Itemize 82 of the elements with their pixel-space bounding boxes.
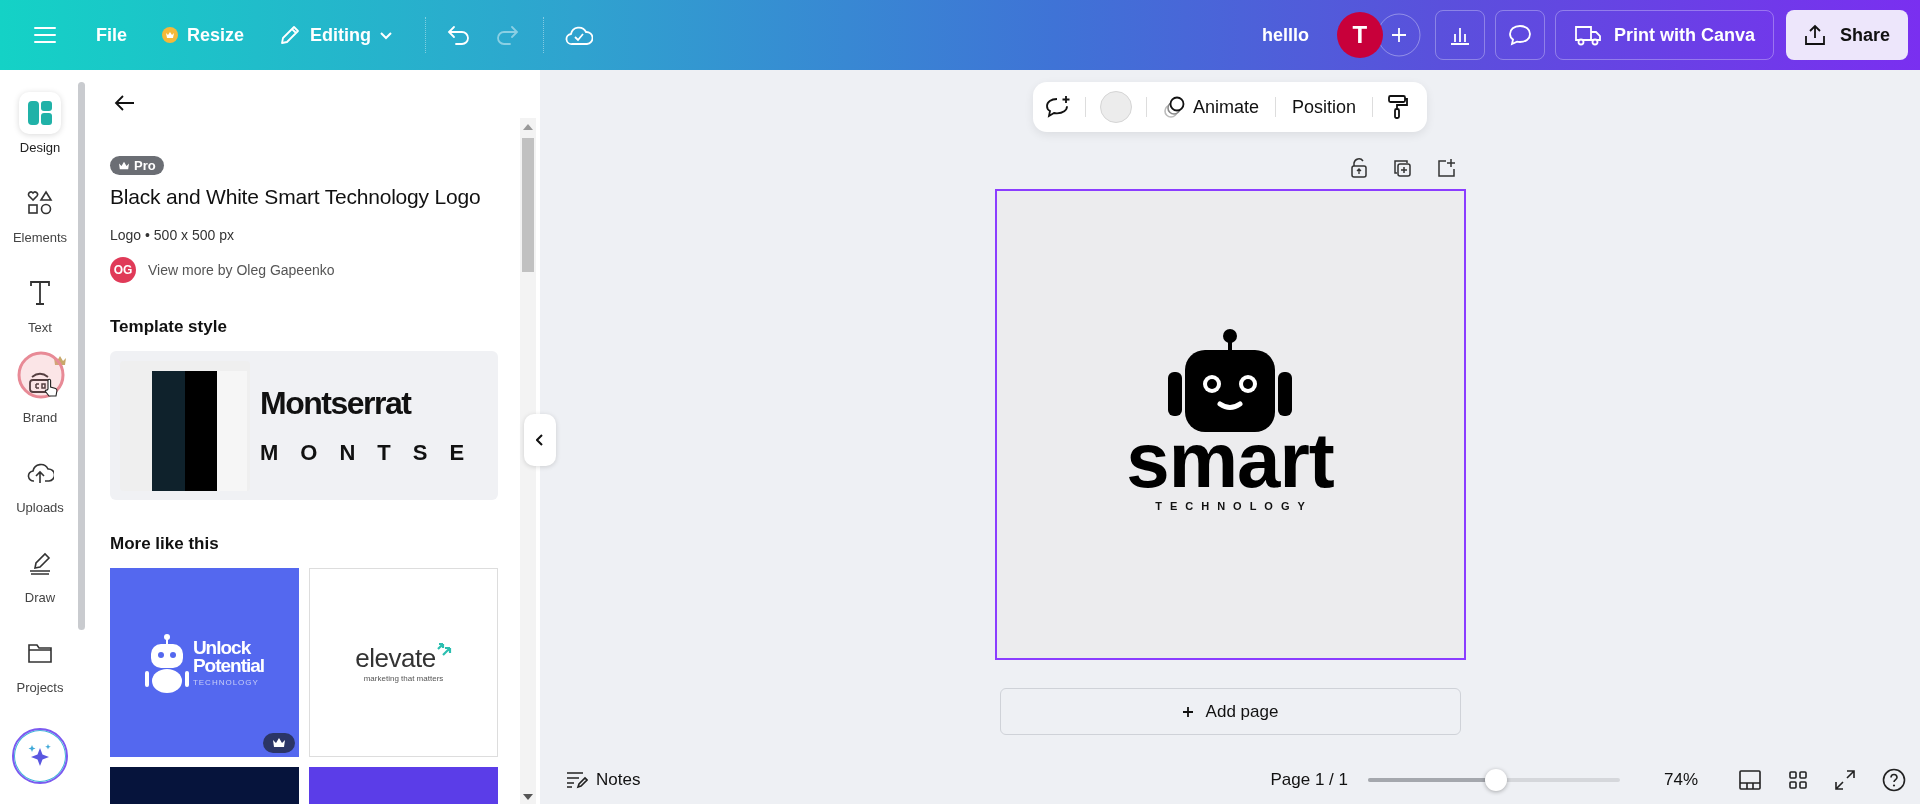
logo-text: Unlock [192,638,252,657]
sidebar-item[interactable]: Projects [0,624,80,714]
template-thumbnail[interactable]: elevate marketing that matters [309,568,498,757]
pro-badge: Pro [110,156,164,175]
zoom-slider[interactable] [1367,768,1620,792]
font-sample: MONTSE [260,440,487,466]
sidebar-item[interactable]: Brand [0,354,80,444]
scrollbar[interactable] [78,82,85,630]
template-style-card[interactable]: Montserrat MONTSE [110,351,498,500]
crown-icon [53,355,67,367]
help-icon[interactable] [1882,768,1906,792]
comment-add-icon[interactable] [1044,95,1071,119]
color-swatch[interactable] [1099,91,1132,123]
back-arrow-icon[interactable] [114,94,136,112]
comment-button[interactable] [1494,10,1545,60]
share-button[interactable]: Share [1785,10,1908,60]
robot-drawing [144,632,189,693]
crown-icon [161,26,179,44]
font-name: Montserrat [260,385,412,422]
sidebar-item[interactable]: Elements [0,174,80,264]
fullscreen-icon[interactable] [1834,769,1856,791]
logo-text: Potential [192,656,265,675]
plus-icon [1181,705,1194,718]
comment-icon [1507,24,1532,46]
hand-cursor-icon [44,378,58,398]
click-highlight-icon [16,350,66,400]
template-meta: Logo • 500 x 500 px [110,227,235,243]
logo-text: elevate [355,642,436,674]
section-heading: More like this [110,534,220,554]
author-avatar: OG [110,257,136,283]
truck-icon [1573,24,1602,46]
crown-icon [118,160,130,171]
print-button[interactable]: Print with Canva [1554,10,1774,60]
notes-button[interactable]: Notes [560,769,647,791]
unlock-icon[interactable] [1349,157,1368,179]
sidebar-item[interactable]: Design [0,84,80,174]
section-heading: Template style [110,317,228,337]
chevron-down-icon [379,30,394,40]
notes-icon [566,771,588,789]
layout-icon [27,100,53,126]
grid-view-icon[interactable] [1788,770,1808,790]
scrollbar[interactable] [520,118,536,804]
crown-icon [272,737,286,749]
logo-tagline: TECHNOLOGY [192,677,260,687]
template-title: Black and White Smart Technology Logo [110,185,482,209]
paint-roller-icon[interactable] [1387,94,1410,120]
template-thumbnail[interactable]: Unlock Potential TECHNOLOGY [110,568,299,757]
folder-icon [27,641,53,665]
upload-icon [1803,24,1826,46]
undo-icon[interactable] [447,25,472,45]
logo-tagline: marketing that matters [363,673,444,683]
pen-icon [27,550,53,576]
slider-thumb[interactable] [1485,769,1508,791]
add-page-icon[interactable] [1435,158,1456,178]
animate-button[interactable]: Animate [1160,91,1261,123]
scrollbar-thumb[interactable] [522,138,534,272]
text-icon [28,280,52,306]
logo-tagline: TECHNOLOGY [1154,499,1313,512]
shapes-icon [27,190,53,216]
double-arrow-icon [435,642,452,657]
logo-wordmark: smart [1125,427,1335,492]
page-indicator[interactable]: Page 1 / 1 [1270,770,1348,790]
analytics-button[interactable] [1434,10,1485,60]
add-page-button[interactable]: Add page [999,688,1461,735]
position-button[interactable]: Position [1290,92,1359,122]
chevron-left-icon [536,434,544,446]
author-link[interactable]: View more by Oleg Gapeenko [148,262,335,278]
duplicate-icon[interactable] [1391,158,1412,178]
animate-icon [1162,95,1187,119]
design-page[interactable]: smart TECHNOLOGY [994,189,1466,660]
magic-button[interactable] [12,728,68,784]
user-avatar[interactable]: T [1336,12,1383,58]
zoom-percentage[interactable]: 74% [1663,770,1698,790]
sidebar-item[interactable]: Text [0,264,80,354]
cloud-upload-icon [26,461,54,485]
page-view-icon[interactable] [1738,769,1762,791]
cloud-check-icon[interactable] [565,24,594,46]
scroll-down-icon[interactable] [523,794,533,800]
document-title[interactable]: helllo [1261,24,1309,46]
sidebar-item[interactable]: Draw [0,534,80,624]
sidebar-item[interactable]: Uploads [0,444,80,534]
scroll-up-icon[interactable] [523,124,533,130]
